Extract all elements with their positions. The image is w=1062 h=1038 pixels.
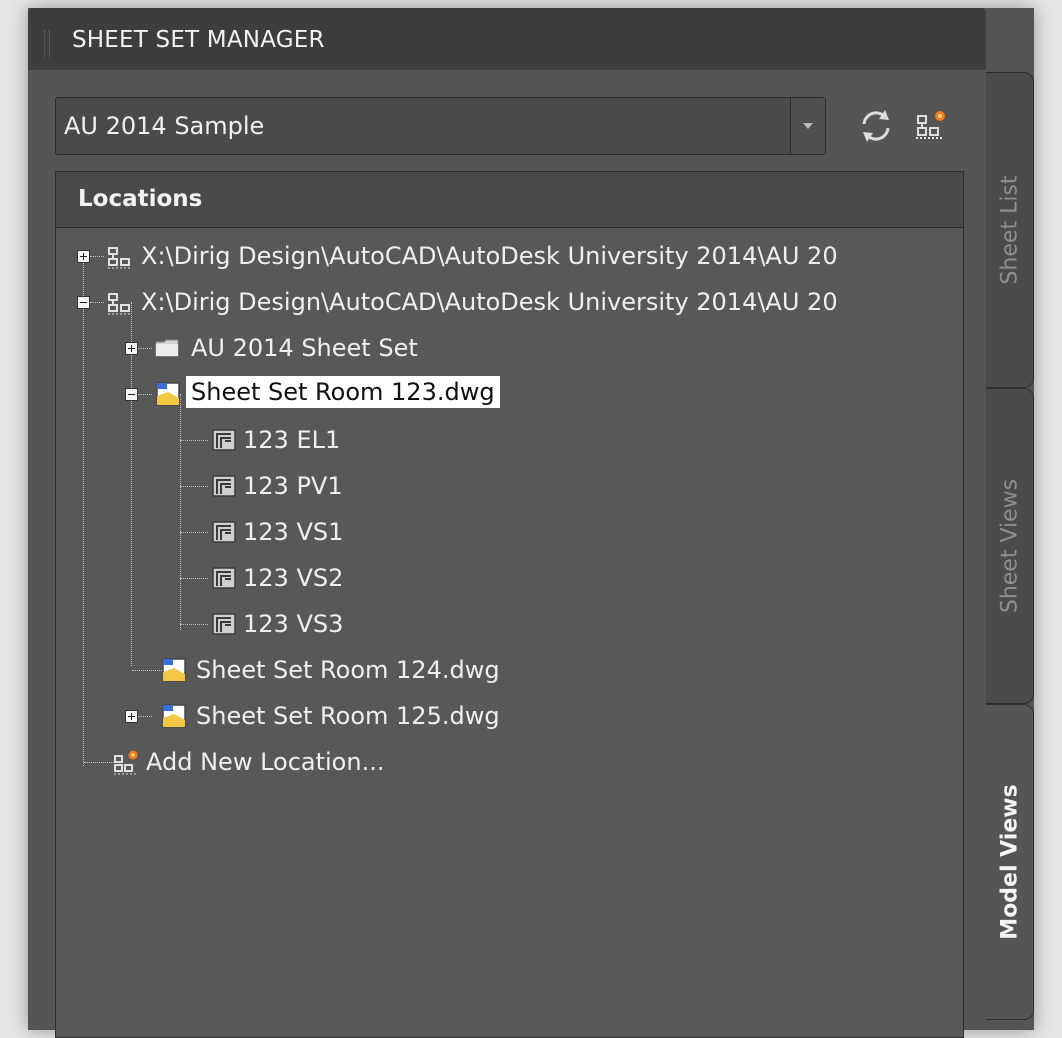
tree-row-label: 123 VS1	[243, 518, 344, 546]
tab-model-views-label: Model Views	[997, 784, 1022, 940]
folder-icon	[155, 339, 179, 357]
tab-sheet-list-label: Sheet List	[997, 175, 1022, 285]
palette-title-bar[interactable]: SHEET SET MANAGER	[28, 8, 986, 70]
expand-icon[interactable]	[125, 710, 138, 723]
tab-sheet-list[interactable]: Sheet List	[986, 72, 1034, 388]
model-view-icon	[212, 429, 236, 451]
add-location-icon	[916, 111, 945, 139]
expand-icon[interactable]	[77, 250, 90, 263]
sheet-set-manager-palette: SHEET SET MANAGER AU 2014 Sample Locatio…	[28, 8, 1034, 1038]
tab-sheet-views[interactable]: Sheet Views	[986, 388, 1034, 704]
location-icon	[108, 293, 131, 315]
refresh-button[interactable]	[856, 106, 896, 146]
tree-row-label: 123 PV1	[243, 472, 343, 500]
model-view-icon	[212, 613, 236, 635]
drawing-file-icon	[156, 382, 180, 406]
drag-grip[interactable]	[44, 30, 50, 58]
tree-row-label: X:\Dirig Design\AutoCAD\AutoDesk Univers…	[141, 288, 838, 316]
add-location-icon	[114, 750, 138, 775]
tab-model-views[interactable]: Model Views	[986, 704, 1034, 1020]
tree-row-label: Sheet Set Room 123.dwg	[186, 376, 500, 408]
dropdown-button[interactable]	[790, 98, 825, 154]
sheet-set-dropdown[interactable]: AU 2014 Sample	[55, 97, 826, 155]
locations-header-label: Locations	[78, 186, 203, 212]
tree-row-label: AU 2014 Sheet Set	[191, 334, 418, 362]
collapse-icon[interactable]	[125, 388, 138, 401]
tree-row-label: Sheet Set Room 125.dwg	[196, 702, 500, 730]
tree-body[interactable]: X:\Dirig Design\AutoCAD\AutoDesk Univers…	[56, 228, 963, 1037]
tree-row-label: 123 EL1	[243, 426, 341, 454]
tab-sheet-views-label: Sheet Views	[997, 478, 1022, 614]
refresh-icon	[862, 110, 890, 142]
collapse-icon[interactable]	[77, 296, 90, 309]
tree-row-label: X:\Dirig Design\AutoCAD\AutoDesk Univers…	[141, 242, 838, 270]
model-view-icon	[212, 475, 236, 497]
palette-title: SHEET SET MANAGER	[72, 27, 325, 53]
chevron-down-icon	[803, 123, 813, 129]
new-location-button[interactable]	[912, 106, 952, 146]
drawing-file-icon	[162, 704, 186, 728]
tree-row-label: 123 VS2	[243, 564, 344, 592]
sheet-set-dropdown-value: AU 2014 Sample	[64, 112, 265, 140]
tree-row-label: Sheet Set Room 124.dwg	[196, 656, 500, 684]
locations-tree: Locations X:\Dirig Design\AutoCAD\AutoDe…	[55, 171, 964, 1038]
tree-row-label: Add New Location...	[146, 748, 385, 776]
model-view-icon	[212, 567, 236, 589]
model-view-icon	[212, 521, 236, 543]
tree-row-label: 123 VS3	[243, 610, 344, 638]
expand-icon[interactable]	[125, 342, 138, 355]
drawing-file-icon	[162, 658, 186, 682]
location-icon	[108, 247, 131, 269]
locations-header: Locations	[56, 172, 963, 228]
